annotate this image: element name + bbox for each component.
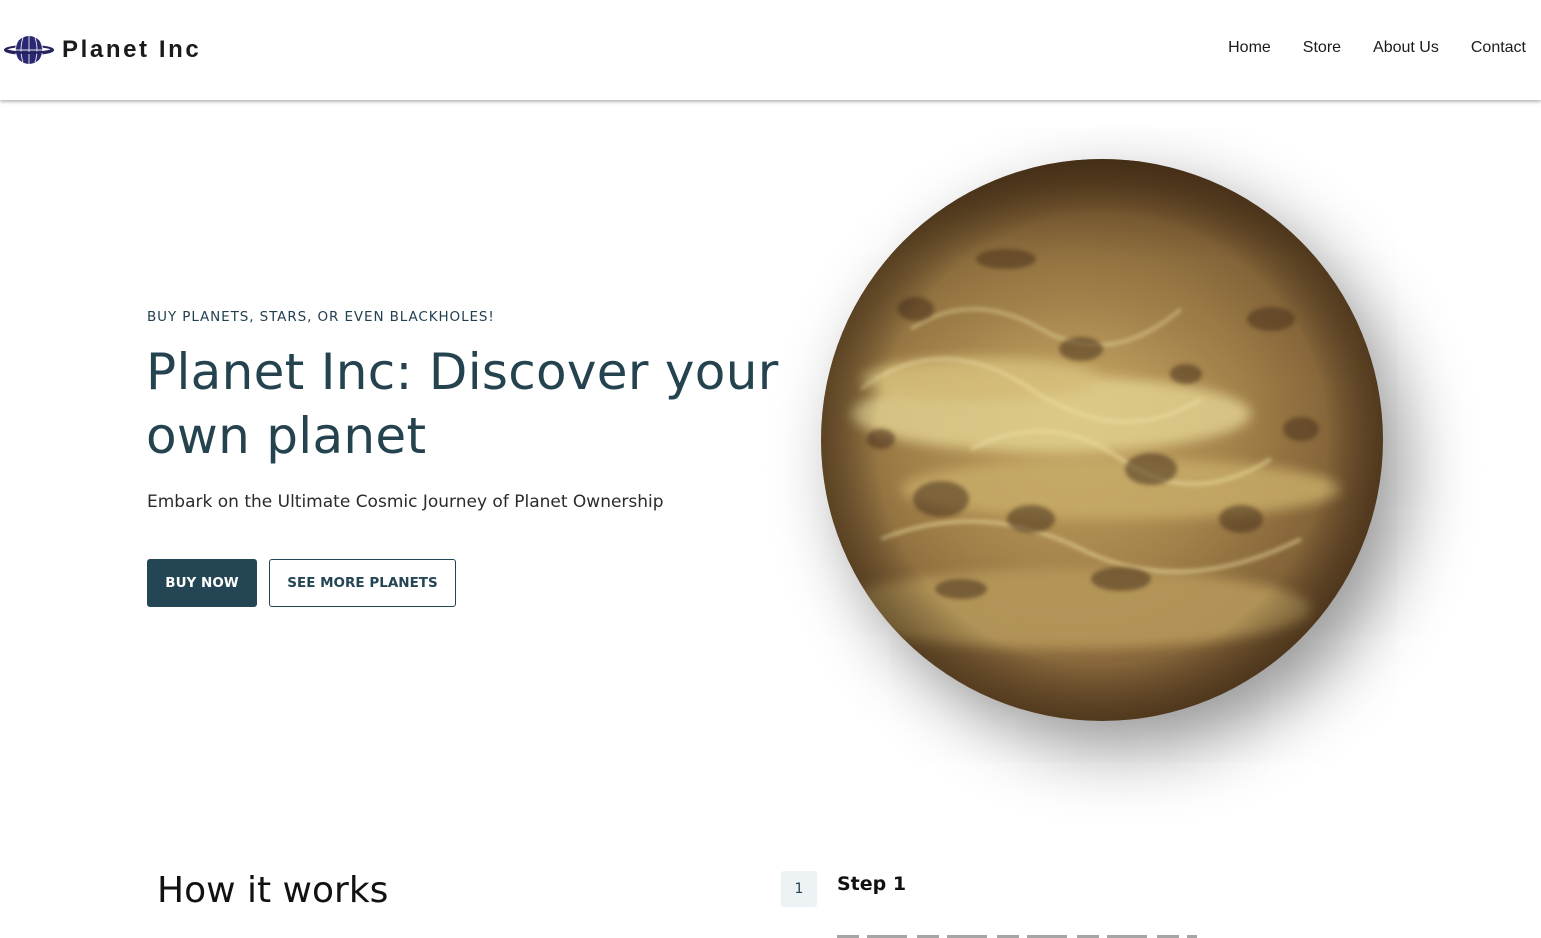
step-description-cutoff: [837, 930, 1197, 938]
buy-now-button[interactable]: BUY NOW: [147, 559, 257, 607]
see-more-planets-button[interactable]: SEE MORE PLANETS: [269, 559, 456, 607]
step-number-badge: 1: [781, 871, 817, 907]
how-it-works-title: How it works: [157, 870, 389, 911]
main-nav: Home Store About Us Contact: [1228, 37, 1526, 59]
nav-about-us[interactable]: About Us: [1373, 37, 1439, 59]
brand-name: Planet Inc: [62, 36, 202, 63]
brand[interactable]: Planet Inc: [4, 30, 201, 70]
hero-eyebrow: BUY PLANETS, STARS, OR EVEN BLACKHOLES!: [147, 309, 495, 325]
nav-store[interactable]: Store: [1303, 37, 1341, 59]
nav-contact[interactable]: Contact: [1471, 37, 1526, 59]
hero-subtitle: Embark on the Ultimate Cosmic Journey of…: [147, 492, 664, 512]
step-title: Step 1: [837, 873, 907, 895]
site-header: Planet Inc Home Store About Us Contact: [0, 0, 1541, 100]
planet-image: [821, 159, 1383, 721]
nav-home[interactable]: Home: [1228, 37, 1271, 59]
hero-title: Planet Inc: Discover your own planet: [146, 343, 779, 465]
planet-logo-icon: [4, 36, 54, 64]
